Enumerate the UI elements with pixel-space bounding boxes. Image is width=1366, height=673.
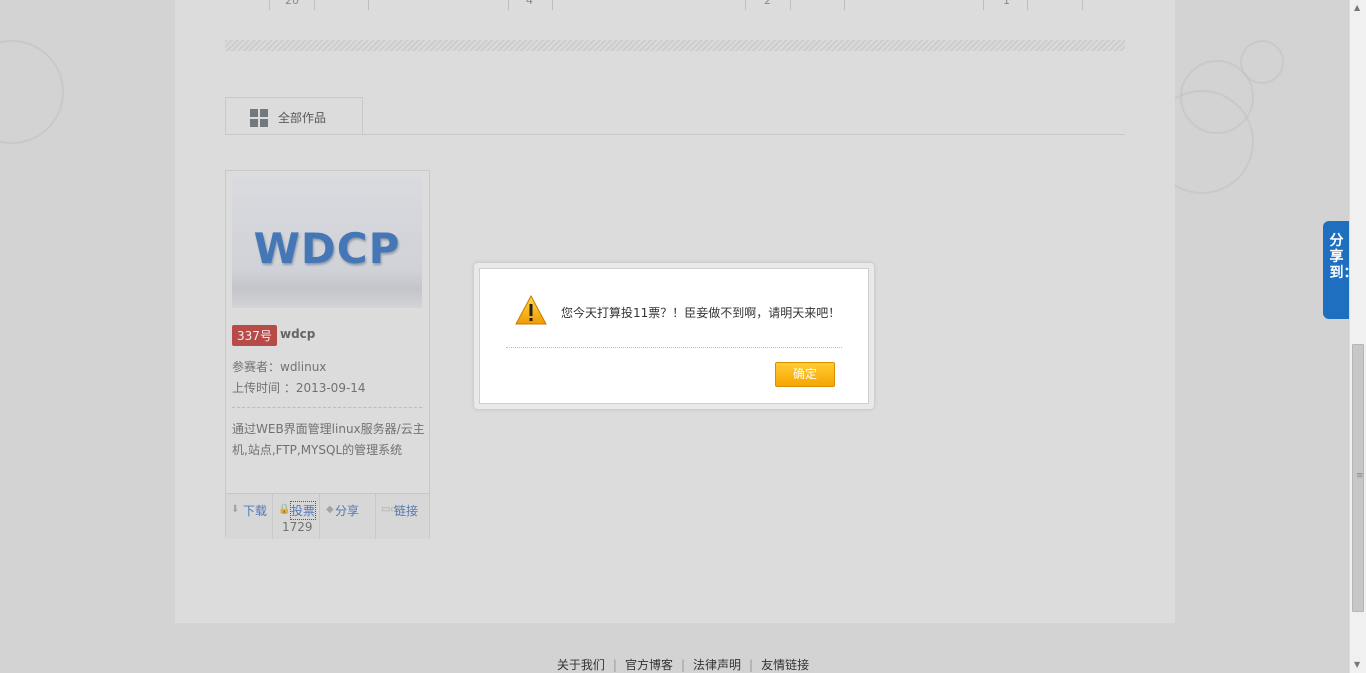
share-sidebar-label: 分享到： <box>1329 233 1358 281</box>
warning-icon <box>515 295 547 325</box>
vertical-scrollbar[interactable]: ▲ ≡ ▼ <box>1349 0 1366 673</box>
footer-separator: | <box>749 658 754 672</box>
footer-link-legal[interactable]: 法律声明 <box>693 656 741 673</box>
footer-link-about[interactable]: 关于我们 <box>557 656 605 673</box>
alert-dialog: 您今天打算投11票？！臣妾做不到啊，请明天来吧！ 确定 <box>474 263 874 409</box>
ok-button[interactable]: 确定 <box>775 362 835 387</box>
alert-dialog-body: 您今天打算投11票？！臣妾做不到啊，请明天来吧！ 确定 <box>479 268 869 404</box>
scrollbar-thumb[interactable]: ≡ <box>1352 344 1364 612</box>
footer-link-friends[interactable]: 友情链接 <box>761 656 809 673</box>
footer-separator: | <box>612 658 617 672</box>
share-sidebar-tab[interactable]: 分享到： <box>1323 221 1358 319</box>
scroll-up-arrow-icon[interactable]: ▲ <box>1354 3 1360 12</box>
scroll-grip-icon: ≡ <box>1356 471 1364 481</box>
footer-links: 关于我们 | 官方博客 | 法律声明 | 友情链接 <box>0 656 1366 673</box>
footer-link-blog[interactable]: 官方博客 <box>625 656 673 673</box>
alert-message: 您今天打算投11票？！臣妾做不到啊，请明天来吧！ <box>561 306 841 320</box>
footer-separator: | <box>680 658 686 672</box>
dialog-divider <box>506 347 842 348</box>
